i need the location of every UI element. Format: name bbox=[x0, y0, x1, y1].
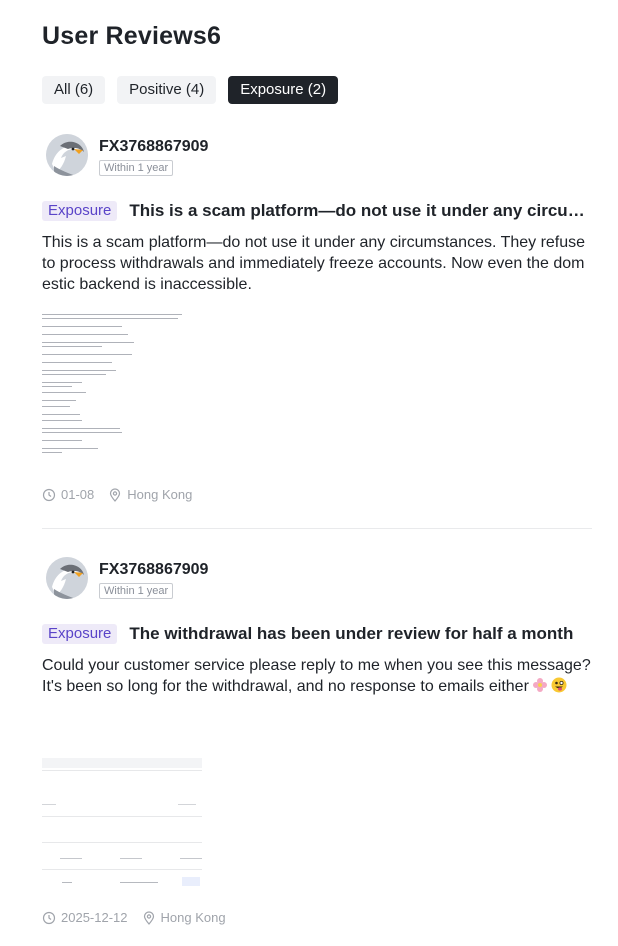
time-badge: Within 1 year bbox=[99, 583, 174, 599]
eagle-avatar-icon[interactable] bbox=[46, 557, 88, 599]
tab-all[interactable]: All (6) bbox=[42, 76, 106, 104]
location-pin-icon bbox=[142, 910, 156, 925]
review-title[interactable]: This is a scam platform—do not use it un… bbox=[129, 201, 592, 221]
exposure-tag: Exposure bbox=[42, 624, 118, 644]
review-title[interactable]: The withdrawal has been under review for… bbox=[129, 624, 592, 644]
eagle-avatar-icon[interactable] bbox=[46, 134, 88, 176]
tab-exposure[interactable]: Exposure (2) bbox=[228, 76, 339, 104]
review-meta: 01-08 Hong Kong bbox=[42, 487, 192, 502]
review-meta: 2025-12-12 Hong Kong bbox=[42, 910, 226, 925]
page-title: User Reviews6 bbox=[42, 22, 222, 50]
clock-icon bbox=[42, 488, 56, 502]
clock-icon bbox=[42, 911, 56, 925]
tab-positive[interactable]: Positive (4) bbox=[117, 76, 217, 104]
review-divider bbox=[42, 528, 592, 529]
exposure-tag: Exposure bbox=[42, 201, 118, 221]
review-body-text: Could your customer service please reply… bbox=[42, 657, 591, 695]
review-username[interactable]: FX3768867909 bbox=[99, 561, 208, 579]
review-body: Could your customer service please reply… bbox=[42, 655, 592, 699]
time-badge: Within 1 year bbox=[99, 160, 174, 176]
review-location: Hong Kong bbox=[127, 487, 193, 502]
review-username[interactable]: FX3768867909 bbox=[99, 138, 208, 156]
review-location: Hong Kong bbox=[160, 910, 226, 925]
review-attachment-image[interactable] bbox=[42, 310, 202, 470]
filter-tabs: All (6) Positive (4) Exposure (2) bbox=[42, 76, 339, 104]
tongue-face-emoji-icon bbox=[551, 677, 567, 699]
review-date: 01-08 bbox=[61, 487, 95, 502]
review-body: This is a scam platform—do not use it un… bbox=[42, 234, 586, 293]
location-pin-icon bbox=[108, 487, 122, 502]
review-title-row: Exposure This is a scam platform—do not … bbox=[42, 200, 592, 222]
review-date: 2025-12-12 bbox=[61, 910, 128, 925]
flower-emoji-icon bbox=[532, 677, 548, 699]
review-title-row: Exposure The withdrawal has been under r… bbox=[42, 623, 592, 645]
review-attachment-image[interactable] bbox=[42, 758, 202, 894]
